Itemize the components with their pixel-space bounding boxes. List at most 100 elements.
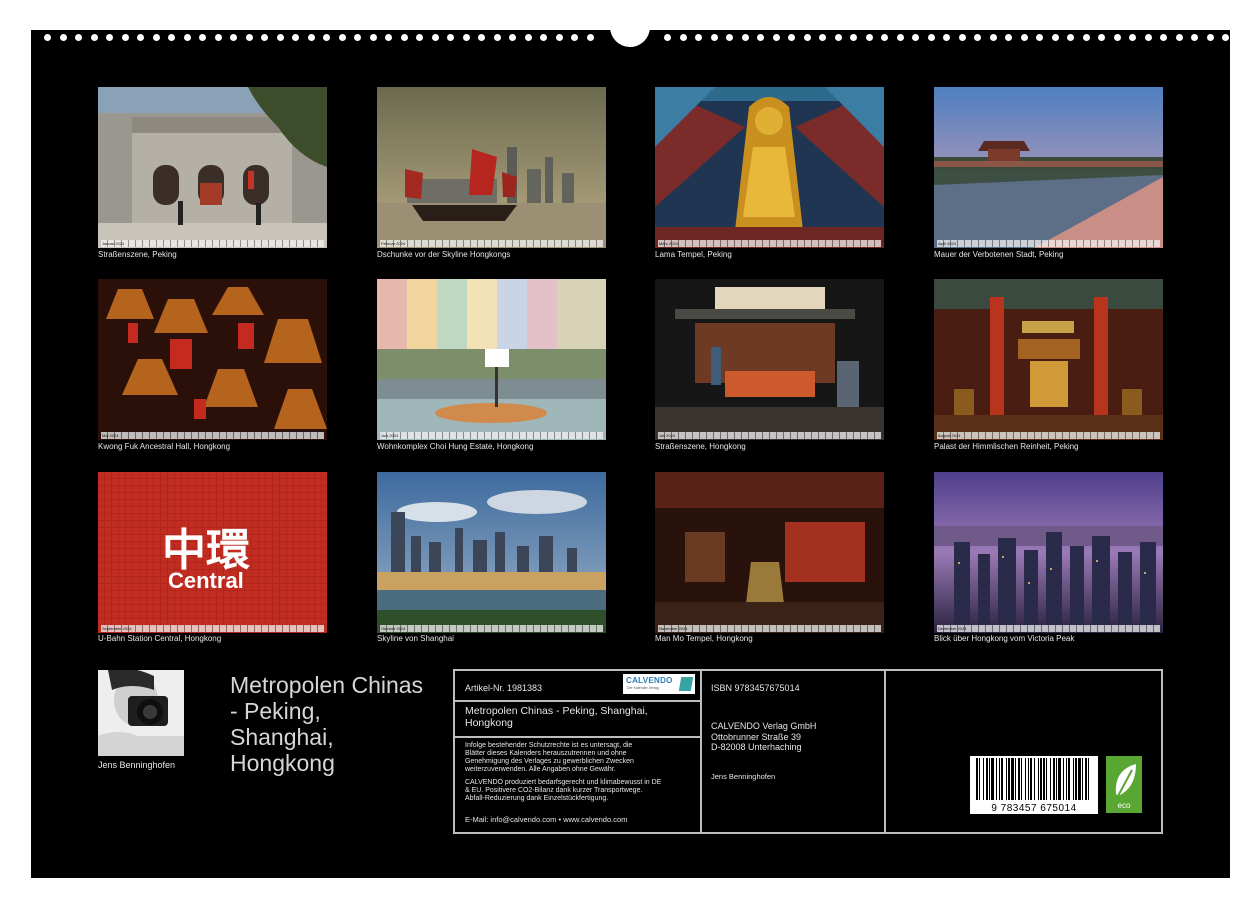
photo-choi-hung: Juni 2024 [377,279,606,440]
binding-hole [1020,34,1028,41]
caption: Palast der Himmlischen Reinheit, Peking [934,442,1079,451]
calendar-grid [937,240,1160,247]
barcode-bar [1025,758,1026,800]
caption: Straßenszene, Hongkong [655,442,746,451]
month-label: Mai 2024 [102,433,119,438]
binding-hole [214,34,222,41]
binding-hole [1098,34,1105,41]
palace-throne-image [934,279,1163,440]
caption: U-Bahn Station Central, Hongkong [98,634,222,643]
calvendo-logo-icon [678,677,694,691]
binding-hole [245,34,253,41]
calendar-title: Metropolen Chinas - Peking, Shanghai, Ho… [230,672,460,776]
binding-hole [1160,34,1167,41]
binding-hole [881,34,888,41]
buddha-statue-image [655,87,884,248]
binding-hole [462,34,470,41]
hongkong-night-image [934,472,1163,633]
barcode-bar [1082,758,1083,800]
binding-hole [555,34,563,41]
divider [455,700,700,702]
binding-hole [1067,34,1074,41]
divider [455,736,700,738]
barcode-bar [1056,758,1057,800]
barcode-bar [1068,758,1070,800]
binding-hole [75,34,82,41]
title-line: - Peking, [230,697,321,724]
barcode-bar [1063,758,1064,800]
binding-hole [788,34,795,41]
barcode-bar [989,758,990,800]
binding-hole [1175,34,1183,41]
photo-lama-tempel: März 2024 [655,87,884,248]
binding-hole [850,34,857,41]
binding-hole [1005,34,1012,41]
calendar-grid [101,625,324,632]
binding-hole [369,34,377,41]
binding-hole [1051,34,1059,41]
barcode-bar [1011,758,1014,800]
barcode: 9 783457 675014 [970,756,1098,814]
logo-text: CALVENDO [626,676,673,685]
barcode-bar [976,758,978,800]
binding-hole [943,34,950,41]
barcode-bar [1034,758,1035,800]
barcode-bar [991,758,994,800]
title-line: Metropolen Chinas [230,672,424,698]
publisher-address: CALVENDO Verlag GmbH Ottobrunner Straße … [711,721,816,753]
month-label: Dezember 2024 [938,626,967,631]
calendar-grid [101,432,324,439]
author-photo [98,670,184,756]
caption: Blick über Hongkong vom Victoria Peak [934,634,1075,643]
binding-hole [1129,34,1136,41]
binding-hole [509,34,516,41]
product-title-line: Hongkong [465,717,513,729]
product-title: Metropolen Chinas - Peking, Shanghai, Ho… [465,705,648,729]
forbidden-city-moat-image [934,87,1163,248]
photo-man-mo: November 2024 [655,472,884,633]
barcode-bar [1050,758,1051,800]
legal-line: & EU. Positivere CO2-Bilanz dank kurzer … [465,787,643,794]
binding-hole [137,34,144,41]
calendar-grid [658,240,881,247]
sustainability-notice: CALVENDO produziert bedarfsgerecht und k… [465,779,661,803]
photo-strassenszene-hongkong: Juli 2024 [655,279,884,440]
barcode-bar [1075,758,1077,800]
legal-line: Infolge bestehender Schutzrechte ist es … [465,742,633,749]
binding-hole [230,34,237,41]
binding-hole [276,34,284,41]
calendar-grid [937,432,1160,439]
caption: Mauer der Verbotenen Stadt, Peking [934,250,1064,259]
binding-hole [834,34,842,41]
binding-hole [416,34,423,41]
title-line: Hongkong [230,749,335,776]
photo-dschunke: Februar 2024 [377,87,606,248]
barcode-bar [1008,758,1010,800]
binding-hole [1191,34,1198,41]
binding-hole [974,34,981,41]
barcode-bars [976,758,1089,800]
barcode-bar [1021,758,1022,800]
logo-subtext: Der Kalender-Verlag [627,686,659,690]
binding-hole [1082,34,1090,41]
binding-hole [338,34,346,41]
binding-hole [44,34,51,41]
barcode-bar [999,758,1000,800]
legal-line: Abfall-Reduzierung dank Einzelstückferti… [465,795,609,802]
binding-hole [741,34,749,41]
binding-hole [586,34,594,41]
binding-hole [447,34,454,41]
month-label: April 2024 [938,241,957,246]
photo-central-station: 中環 Central September 2024 [98,472,327,633]
photographer-image [98,670,184,756]
caption: Lama Tempel, Peking [655,250,732,259]
housing-estate-image [377,279,606,440]
legal-line: Genehmigung des Verlages zu gewerblichen… [465,758,634,765]
barcode-bar [986,758,988,800]
binding-hole [152,34,160,41]
month-label: Juni 2024 [381,433,399,438]
incense-coils-image [98,279,327,440]
isbn: ISBN 9783457675014 [711,683,800,693]
month-label: März 2024 [659,241,678,246]
publisher-line: D-82008 Unterhaching [711,742,802,752]
